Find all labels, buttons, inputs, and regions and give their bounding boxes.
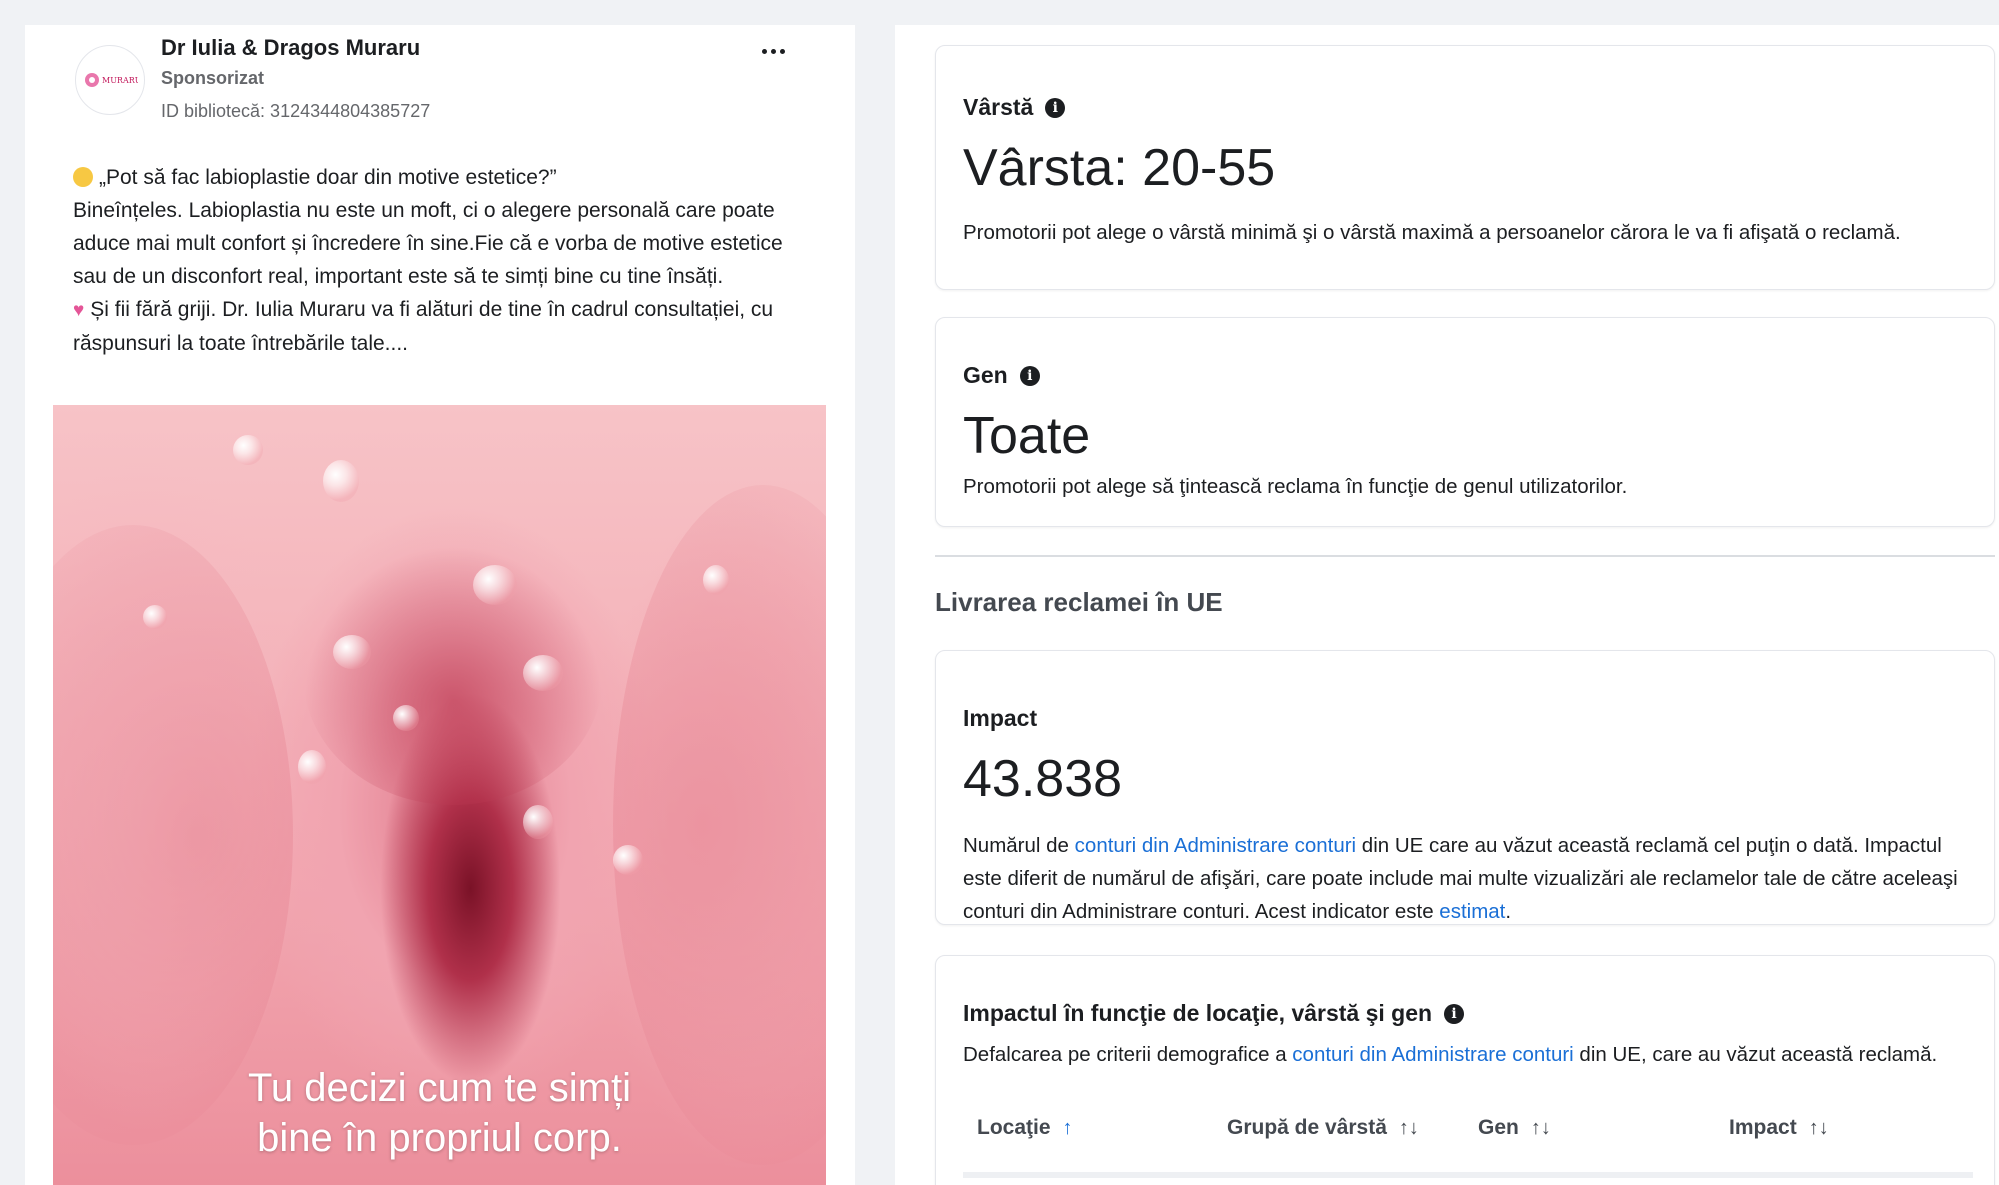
gender-value: Toate <box>963 407 1091 465</box>
page-name[interactable]: Dr Iulia & Dragos Muraru <box>161 35 420 61</box>
impact-desc-text: Numărul de <box>963 834 1075 857</box>
column-label: Impact <box>1729 1116 1797 1139</box>
column-label: Gen <box>1478 1116 1519 1139</box>
water-drop <box>523 805 553 839</box>
ad-details-panel: Vârstă i Vârsta: 20-55 Promotorii pot al… <box>895 25 1999 1185</box>
accounts-center-link[interactable]: conturi din Administrare conturi <box>1292 1043 1573 1066</box>
ad-card: MURARU Dr Iulia & Dragos Muraru Sponsori… <box>53 25 826 1185</box>
more-dot-icon <box>770 48 776 54</box>
estimated-link[interactable]: estimat <box>1439 900 1505 923</box>
breakdown-card: Impactul în funcţie de locaţie, vârstă ş… <box>935 955 1995 1185</box>
svg-text:MURARU: MURARU <box>102 76 138 85</box>
thinking-face-icon <box>73 167 93 187</box>
column-label: Grupă de vârstă <box>1227 1116 1387 1139</box>
gender-description: Promotorii pot alege să ţintească reclam… <box>963 475 1628 498</box>
section-divider <box>935 555 1995 557</box>
water-drop <box>523 655 563 691</box>
water-drop <box>333 635 371 669</box>
page-avatar[interactable]: MURARU <box>75 45 145 115</box>
impact-value: 43.838 <box>963 750 1123 808</box>
impact-card: Impact 43.838 Numărul de conturi din Adm… <box>935 650 1995 925</box>
ad-body-text: „Pot să fac labioplastie doar din motive… <box>73 161 813 360</box>
table-header-rule <box>963 1172 1973 1178</box>
water-drop <box>298 750 326 784</box>
sponsored-label: Sponsorizat <box>161 68 265 88</box>
column-header-gender[interactable]: Gen ↑↓ <box>1478 1116 1551 1140</box>
accounts-center-link[interactable]: conturi din Administrare conturi <box>1075 834 1356 857</box>
breakdown-title: Impactul în funcţie de locaţie, vârstă ş… <box>963 1000 1465 1027</box>
water-drop <box>143 605 167 629</box>
ad-preview-panel: MURARU Dr Iulia & Dragos Muraru Sponsori… <box>25 25 855 1185</box>
column-header-age-group[interactable]: Grupă de vârstă ↑↓ <box>1227 1116 1419 1140</box>
age-description: Promotorii pot alege o vârstă minimă şi … <box>963 221 1901 244</box>
impact-desc-text: . <box>1505 900 1512 923</box>
info-icon[interactable]: i <box>1019 365 1040 386</box>
age-value: Vârsta: 20-55 <box>963 139 1276 197</box>
impact-label: Impact <box>963 705 1038 731</box>
petal-shape <box>53 525 293 1145</box>
breakdown-desc-text: Defalcarea pe criterii demografice a <box>963 1043 1293 1066</box>
sort-icon: ↑↓ <box>1398 1116 1419 1139</box>
ad-header: MURARU Dr Iulia & Dragos Muraru Sponsori… <box>53 25 826 165</box>
sort-icon: ↑↓ <box>1530 1116 1551 1139</box>
age-label: Vârstă i <box>963 94 1066 121</box>
age-card: Vârstă i Vârsta: 20-55 Promotorii pot al… <box>935 45 1995 290</box>
ad-text-line-2: Bineînțeles. Labioplastia nu este un mof… <box>73 199 783 288</box>
breakdown-table-header: Locaţie ↑ Grupă de vârstă ↑↓ Gen ↑↓ Impa… <box>963 1116 1973 1160</box>
breakdown-description: Defalcarea pe criterii demografice a con… <box>963 1038 1963 1071</box>
water-drop <box>393 705 419 731</box>
water-drop <box>233 435 263 465</box>
water-drop <box>703 565 729 595</box>
more-dot-icon <box>779 48 785 54</box>
ad-creative-image[interactable]: Tu decizi cum te simți bine în propriul … <box>53 405 826 1185</box>
sort-icon: ↑↓ <box>1808 1116 1829 1139</box>
eu-delivery-title: Livrarea reclamei în UE <box>935 587 1223 617</box>
ad-text-line-3: ♥ Și fii fără griji. Dr. Iulia Muraru va … <box>73 293 813 360</box>
ad-text-line-1: „Pot să fac labioplastie doar din motive… <box>73 161 813 194</box>
info-icon[interactable]: i <box>1444 1003 1465 1024</box>
info-icon[interactable]: i <box>1045 97 1066 118</box>
pink-heart-icon: ♥ <box>73 300 85 321</box>
brand-logo-icon: MURARU <box>85 73 138 87</box>
caption-line-2: bine în propriul corp. <box>257 1116 622 1160</box>
gender-card: Gen i Toate Promotorii pot alege să ţint… <box>935 317 1995 527</box>
water-drop <box>473 565 517 605</box>
ad-question: „Pot să fac labioplastie doar din motive… <box>99 166 557 189</box>
column-header-impact[interactable]: Impact ↑↓ <box>1729 1116 1829 1140</box>
breakdown-title-text: Impactul în funcţie de locaţie, vârstă ş… <box>963 1000 1433 1026</box>
water-drop <box>613 845 643 875</box>
breakdown-desc-text: din UE, care au văzut această reclamă. <box>1573 1043 1938 1066</box>
ad-reassurance: Și fii fără griji. Dr. Iulia Muraru va f… <box>73 298 774 355</box>
more-dot-icon <box>761 48 767 54</box>
ad-image-caption: Tu decizi cum te simți bine în propriul … <box>53 1063 826 1163</box>
column-label: Locaţie <box>977 1116 1051 1139</box>
more-options-button[interactable] <box>755 39 791 63</box>
impact-description: Numărul de conturi din Administrare cont… <box>963 829 1963 928</box>
age-label-text: Vârstă <box>963 94 1034 120</box>
sort-ascending-icon: ↑ <box>1062 1116 1073 1139</box>
library-id: ID bibliotecă: 3124344804385727 <box>161 101 431 121</box>
gender-label-text: Gen <box>963 362 1008 388</box>
water-drop <box>323 460 359 502</box>
gender-label: Gen i <box>963 362 1040 389</box>
caption-line-1: Tu decizi cum te simți <box>247 1066 632 1110</box>
column-header-location[interactable]: Locaţie ↑ <box>977 1116 1073 1140</box>
